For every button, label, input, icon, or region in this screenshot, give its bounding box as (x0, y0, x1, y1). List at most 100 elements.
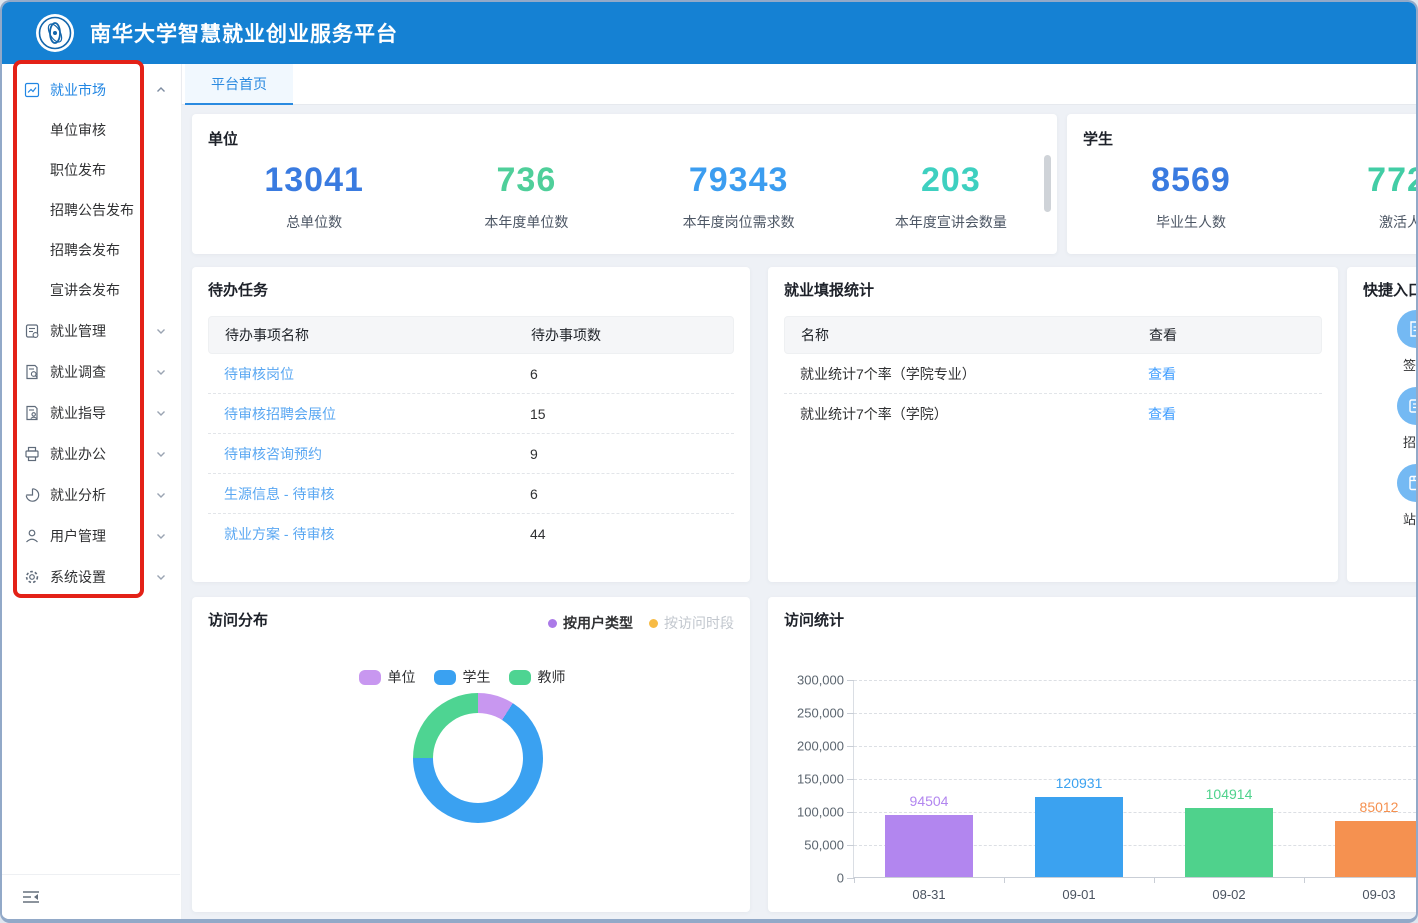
stat-value: 203 (845, 161, 1057, 200)
y-axis-tick-label: 300,000 (764, 673, 844, 688)
sidebar-item-employment-office[interactable]: 就业办公 (2, 433, 181, 474)
sidebar-subitem-unit-review[interactable]: 单位审核 (2, 110, 181, 150)
toggle-by-user-type[interactable]: 按用户类型 (548, 613, 633, 633)
scrollbar-thumb[interactable] (1044, 155, 1051, 212)
todo-panel: 待办任务 待办事项名称 待办事项数 待审核岗位 6 待审核招聘会展位 15 待审… (192, 267, 750, 582)
sidebar-item-system-settings[interactable]: 系统设置 (2, 556, 181, 597)
quick-entry-contract[interactable]: 签约 (1385, 310, 1416, 374)
doc-user-icon (24, 405, 40, 421)
legend-item-unit[interactable]: 单位 (359, 667, 416, 687)
report-name: 就业统计7个率（学院） (784, 404, 1132, 424)
bar-value-label: 85012 (1304, 799, 1416, 815)
sidebar-subitem-info-session-publish[interactable]: 宣讲会发布 (2, 270, 181, 310)
visit-stats-plot: 300,000250,000200,000150,000100,00050,00… (853, 680, 1416, 878)
stat-value: 79343 (633, 161, 845, 200)
sidebar-item-employment-survey[interactable]: 就业调查 (2, 351, 181, 392)
todo-link[interactable]: 待审核招聘会展位 (208, 404, 514, 424)
legend-label: 单位 (388, 667, 416, 687)
tab-platform-home[interactable]: 平台首页 (185, 64, 293, 105)
sidebar-item-label: 就业办公 (50, 444, 155, 464)
y-axis-tick-label: 0 (764, 871, 844, 886)
quick-entry-site[interactable]: 站点 (1385, 464, 1416, 528)
x-axis-tick-label: 08-31 (854, 887, 1004, 902)
legend-dot-icon (548, 619, 557, 628)
university-logo-icon (36, 14, 74, 52)
report-name: 就业统计7个率（学院专业） (784, 364, 1132, 384)
legend-swatch-icon (434, 670, 456, 685)
bar-09-03 (1335, 821, 1416, 877)
column-header: 待办事项名称 (209, 325, 515, 345)
todo-count: 15 (514, 406, 734, 422)
view-link[interactable]: 查看 (1132, 364, 1322, 384)
toggle-by-time-period[interactable]: 按访问时段 (649, 613, 734, 633)
donut-legend: 单位 学生 教师 (297, 667, 627, 687)
card-title: 单位 (208, 128, 1057, 149)
todo-count: 9 (514, 446, 734, 462)
bar-09-01 (1035, 797, 1123, 877)
column-header: 待办事项数 (515, 325, 733, 345)
stat-value: 13041 (208, 161, 420, 200)
sidebar-item-label: 就业指导 (50, 403, 155, 423)
stat-value: 8569 (1083, 161, 1299, 200)
table-row: 待审核咨询预约 9 (208, 434, 734, 474)
sidebar: 就业市场 单位审核 职位发布 招聘公告发布 招聘会发布 宣讲会发布 就业管理 (2, 64, 182, 919)
view-link[interactable]: 查看 (1132, 404, 1322, 424)
sidebar-item-label: 用户管理 (50, 526, 155, 546)
chart-mode-toggle: 按用户类型 按访问时段 (548, 613, 734, 633)
bar-value-label: 94504 (854, 793, 1004, 809)
sidebar-item-employment-management[interactable]: 就业管理 (2, 310, 181, 351)
table-row: 待审核招聘会展位 15 (208, 394, 734, 434)
table-row: 就业统计7个率（学院专业） 查看 (784, 354, 1322, 394)
student-stats-card: 学生 8569 毕业生人数 7722 激活人数 (1067, 114, 1416, 254)
legend-dot-icon (649, 619, 658, 628)
chevron-down-icon (155, 448, 167, 460)
todo-count: 6 (514, 486, 734, 502)
sidebar-submenu: 单位审核 职位发布 招聘公告发布 招聘会发布 宣讲会发布 (2, 110, 181, 310)
x-axis-tick-label: 09-03 (1304, 887, 1416, 902)
todo-count: 6 (514, 366, 734, 382)
todo-link[interactable]: 就业方案 - 待审核 (208, 524, 514, 544)
sidebar-subitem-recruit-notice-publish[interactable]: 招聘公告发布 (2, 190, 181, 230)
legend-item-student[interactable]: 学生 (434, 667, 491, 687)
printer-icon (24, 446, 40, 462)
stat-activated-users: 7722 激活人数 (1299, 161, 1416, 232)
main-content: 单位 13041 总单位数 736 本年度单位数 79343 本年度岗位需求数 … (182, 105, 1416, 919)
card-title: 学生 (1083, 128, 1416, 149)
todo-link[interactable]: 待审核咨询预约 (208, 444, 514, 464)
toggle-label: 按用户类型 (563, 613, 633, 633)
app-header: 南华大学智慧就业创业服务平台 (2, 2, 1416, 64)
stat-value: 736 (420, 161, 632, 200)
stat-label: 本年度单位数 (420, 212, 632, 232)
legend-item-teacher[interactable]: 教师 (509, 667, 566, 687)
stat-label: 总单位数 (208, 212, 420, 232)
stat-units-this-year: 736 本年度单位数 (420, 161, 632, 232)
site-icon (1397, 464, 1416, 502)
sidebar-item-label: 就业市场 (50, 80, 155, 100)
todo-link[interactable]: 待审核岗位 (208, 364, 514, 384)
sidebar-subitem-job-fair-publish[interactable]: 招聘会发布 (2, 230, 181, 270)
visit-distribution-donut (413, 693, 543, 823)
sidebar-item-user-management[interactable]: 用户管理 (2, 515, 181, 556)
sidebar-subitem-job-publish[interactable]: 职位发布 (2, 150, 181, 190)
employment-report-panel: 就业填报统计 名称 查看 就业统计7个率（学院专业） 查看 就业统计7个率（学院… (768, 267, 1338, 582)
toggle-label: 按访问时段 (664, 613, 734, 633)
menu-collapse-icon[interactable] (22, 890, 40, 904)
quick-entry-recruit[interactable]: 招聘 (1385, 387, 1416, 451)
stat-total-units: 13041 总单位数 (208, 161, 420, 232)
sidebar-item-employment-analysis[interactable]: 就业分析 (2, 474, 181, 515)
sidebar-item-label: 就业调查 (50, 362, 155, 382)
bar-08-31 (885, 815, 973, 877)
chevron-down-icon (155, 571, 167, 583)
todo-link[interactable]: 生源信息 - 待审核 (208, 484, 514, 504)
sidebar-item-employment-market[interactable]: 就业市场 (2, 70, 181, 110)
stat-info-sessions-this-year: 203 本年度宣讲会数量 (845, 161, 1057, 232)
y-axis-tick-label: 100,000 (764, 805, 844, 820)
chevron-down-icon (155, 530, 167, 542)
bar-09-02 (1185, 808, 1273, 877)
column-header: 查看 (1133, 325, 1321, 345)
sidebar-item-employment-guidance[interactable]: 就业指导 (2, 392, 181, 433)
sidebar-footer (2, 874, 180, 919)
donut-hole (433, 713, 523, 803)
visit-statistics-panel: 访问统计 300,000250,000200,000150,000100,000… (768, 597, 1416, 912)
legend-label: 教师 (538, 667, 566, 687)
